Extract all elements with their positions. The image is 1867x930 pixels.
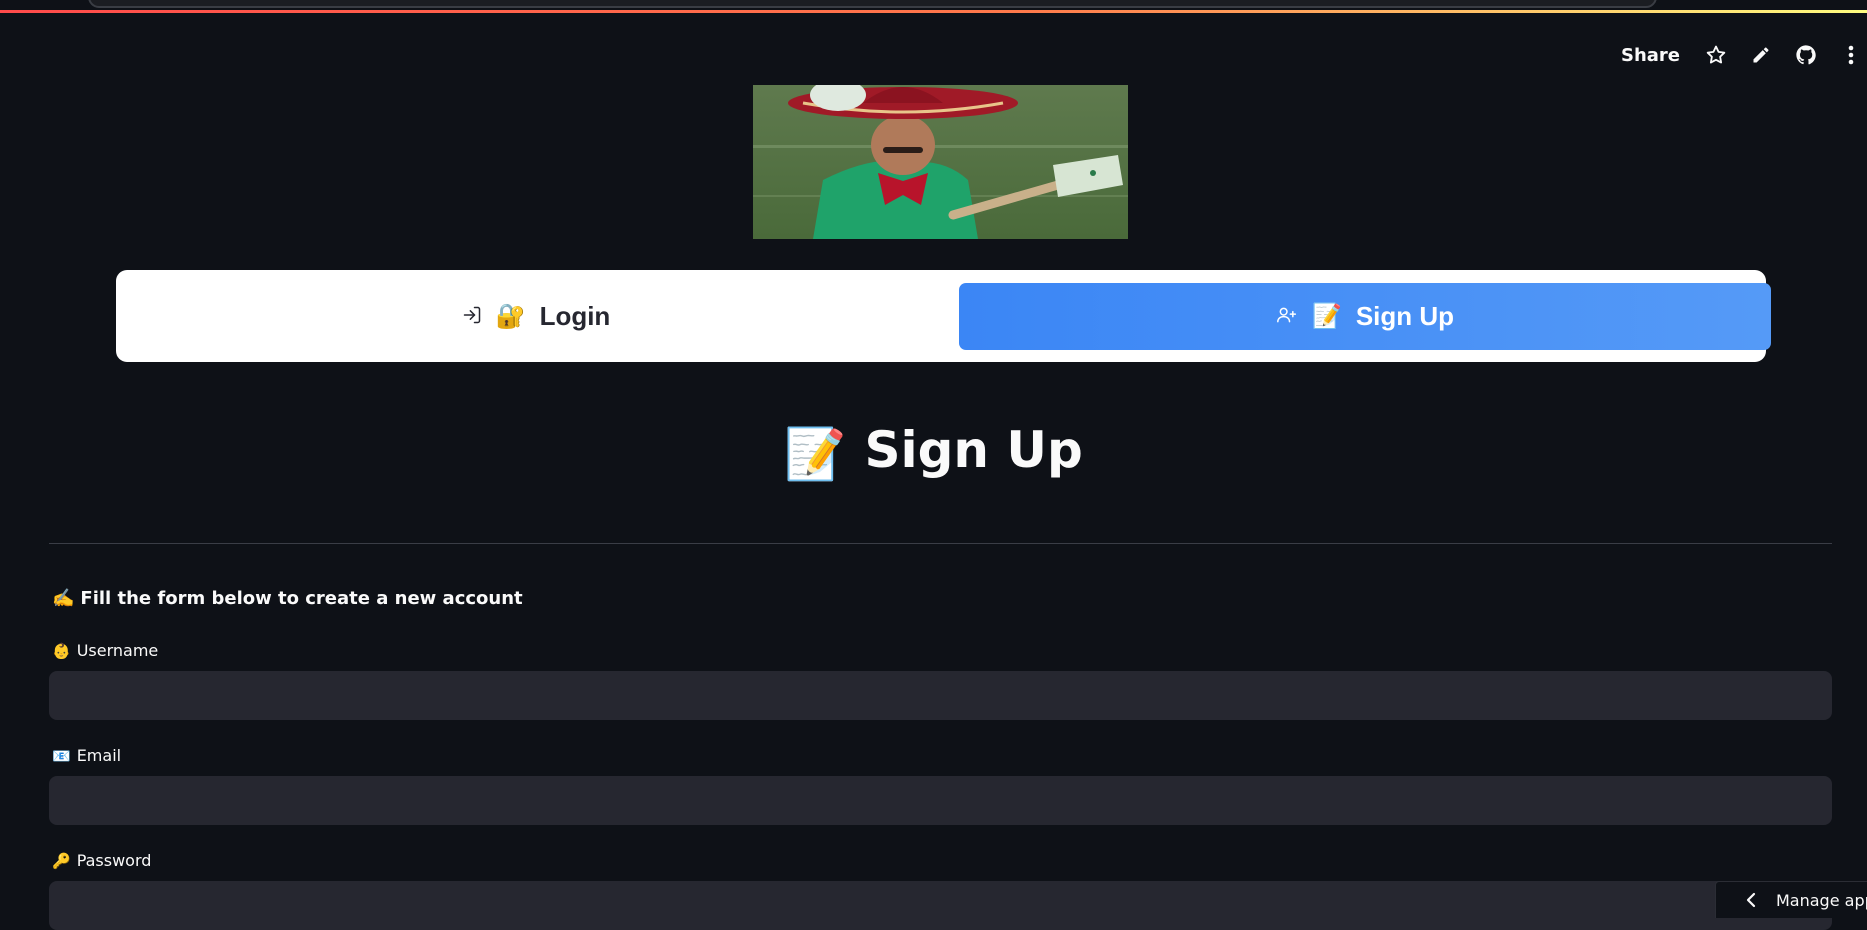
lock-icon: 🔐 — [495, 303, 526, 330]
memo-icon: 📝 — [784, 424, 847, 483]
username-label: 👶 Username — [52, 641, 158, 660]
tab-login[interactable]: 🔐 Login — [116, 283, 956, 350]
tab-signup[interactable]: 📝 Sign Up — [959, 283, 1771, 350]
github-icon[interactable] — [1794, 43, 1818, 67]
page-title-text: Sign Up — [864, 421, 1083, 479]
username-input[interactable] — [49, 671, 1832, 720]
star-icon[interactable] — [1704, 43, 1728, 67]
login-icon — [462, 301, 482, 332]
form-subtitle: ✍️ Fill the form below to create a new ac… — [52, 588, 523, 609]
tab-signup-label: Sign Up — [1355, 301, 1455, 331]
manage-app-button[interactable]: Manage app — [1715, 881, 1867, 918]
address-bar[interactable] — [88, 0, 1657, 8]
auth-tabs: 🔐 Login 📝 Sign Up — [116, 270, 1771, 362]
email-icon: 📧 — [52, 747, 71, 765]
hero-image — [753, 85, 1128, 239]
page-title: 📝 Sign Up — [0, 412, 1867, 492]
password-label: 🔑 Password — [52, 851, 151, 870]
password-label-text: Password — [76, 851, 152, 870]
share-button[interactable]: Share — [1621, 45, 1680, 66]
email-label: 📧 Email — [52, 746, 121, 765]
more-vertical-icon[interactable] — [1839, 43, 1863, 67]
divider — [49, 543, 1832, 544]
chevron-left-icon — [1746, 892, 1756, 908]
baby-icon: 👶 — [52, 642, 71, 660]
writing-hand-icon: ✍️ — [52, 588, 75, 609]
username-label-text: Username — [76, 641, 159, 660]
password-input[interactable] — [49, 881, 1832, 930]
memo-icon: 📝 — [1311, 303, 1342, 330]
manage-app-label: Manage app — [1776, 890, 1867, 910]
browser-top-strip — [0, 0, 1867, 13]
email-input[interactable] — [49, 776, 1832, 825]
add-user-icon — [1276, 301, 1298, 332]
app-accent-bar — [0, 10, 1867, 13]
pencil-icon[interactable] — [1749, 43, 1773, 67]
form-subtitle-text: Fill the form below to create a new acco… — [80, 588, 523, 609]
tab-login-label: Login — [539, 301, 611, 331]
email-label-text: Email — [76, 746, 122, 765]
header-toolbar: Share — [1621, 38, 1867, 72]
key-icon: 🔑 — [52, 852, 71, 870]
